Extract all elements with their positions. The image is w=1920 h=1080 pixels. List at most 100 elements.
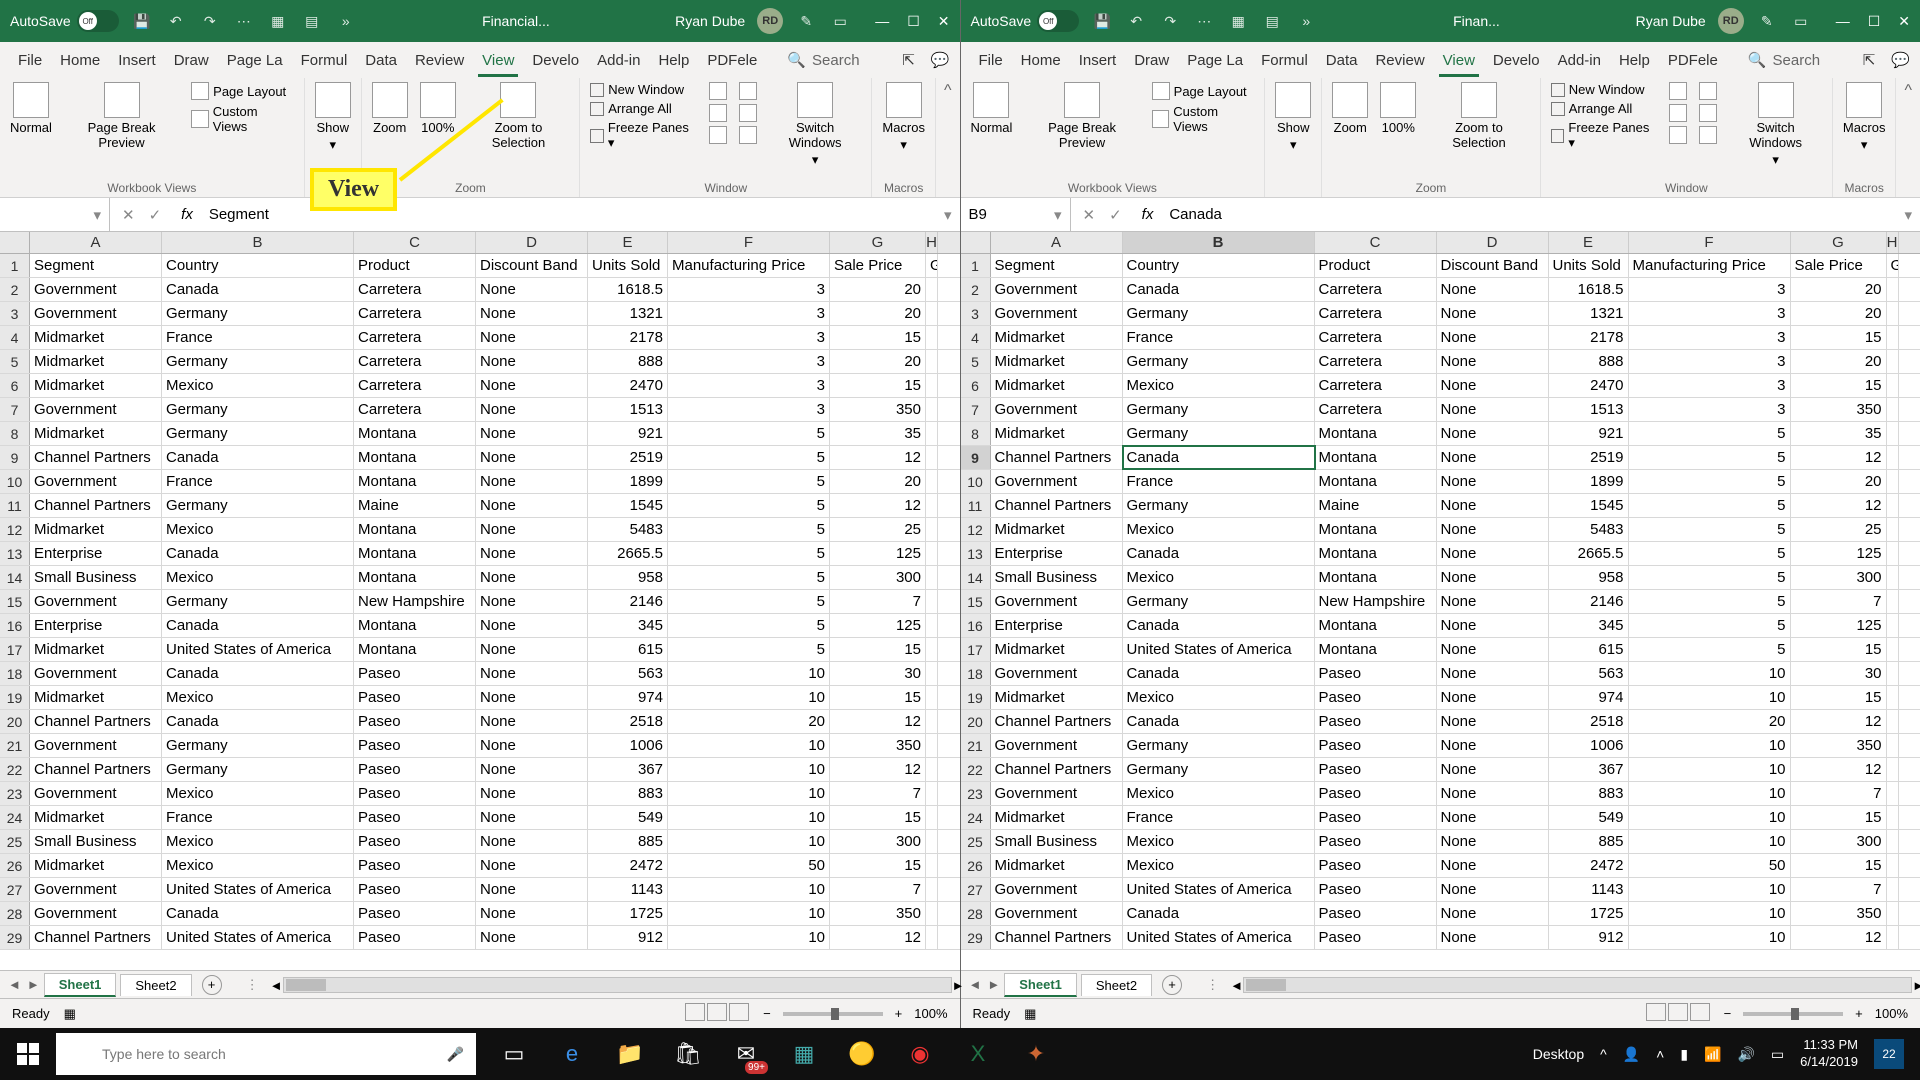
cell[interactable]: Government <box>30 302 162 325</box>
cell[interactable] <box>926 830 938 853</box>
cell[interactable]: 345 <box>1549 614 1629 637</box>
cell[interactable]: 5 <box>1629 542 1791 565</box>
macros-button[interactable]: Macros▾ <box>882 82 925 153</box>
cell[interactable]: 888 <box>588 350 668 373</box>
cell[interactable]: Canada <box>162 662 354 685</box>
row-header[interactable]: 17 <box>961 638 991 661</box>
cell[interactable]: 300 <box>1791 830 1887 853</box>
row-header[interactable]: 9 <box>0 446 30 469</box>
cell[interactable]: 20 <box>1629 710 1791 733</box>
cell[interactable] <box>926 806 938 829</box>
cell[interactable] <box>926 926 938 949</box>
col-header-G[interactable]: G <box>1791 232 1887 253</box>
cell[interactable]: 2472 <box>588 854 668 877</box>
col-header-A[interactable]: A <box>30 232 162 253</box>
expand-formula-icon[interactable]: ▾ <box>1896 206 1920 224</box>
desktop-label[interactable]: Desktop <box>1533 1046 1584 1062</box>
cell[interactable]: None <box>476 734 588 757</box>
switch-windows-button[interactable]: Switch Windows▾ <box>769 82 862 168</box>
cell[interactable]: Montana <box>354 446 476 469</box>
cell[interactable]: 921 <box>588 422 668 445</box>
cell[interactable]: None <box>1437 854 1549 877</box>
cell[interactable]: 10 <box>1629 902 1791 925</box>
cell[interactable]: Canada <box>1123 902 1315 925</box>
app2-icon[interactable]: ✦ <box>1008 1028 1064 1080</box>
cell[interactable]: Channel Partners <box>991 710 1123 733</box>
task-view-icon[interactable]: ▭ <box>486 1028 542 1080</box>
cell[interactable]: Canada <box>162 542 354 565</box>
cell[interactable] <box>926 302 938 325</box>
col-header-H[interactable]: H <box>1887 232 1899 253</box>
tab-help[interactable]: Help <box>1611 46 1658 75</box>
cell[interactable]: Mexico <box>1123 830 1315 853</box>
edge-icon[interactable]: e <box>544 1028 600 1080</box>
cell[interactable]: Channel Partners <box>30 494 162 517</box>
redo-icon[interactable]: ↷ <box>1159 10 1181 32</box>
zoom-selection-button[interactable]: Zoom to Selection <box>1428 82 1529 150</box>
wifi-icon[interactable]: 📶 <box>1704 1046 1721 1063</box>
cell[interactable]: Paseo <box>354 782 476 805</box>
cell[interactable]: None <box>1437 566 1549 589</box>
pen-icon[interactable]: ✎ <box>795 10 817 32</box>
cell[interactable]: 563 <box>588 662 668 685</box>
cell[interactable]: Midmarket <box>991 854 1123 877</box>
cell[interactable]: 5 <box>1629 566 1791 589</box>
cell[interactable]: None <box>476 470 588 493</box>
col-header-B[interactable]: B <box>1123 232 1315 253</box>
cell[interactable]: 1725 <box>1549 902 1629 925</box>
cell[interactable] <box>926 398 938 421</box>
cell[interactable]: Germany <box>162 758 354 781</box>
cell[interactable]: Government <box>991 590 1123 613</box>
page-layout-button[interactable]: Page Layout <box>1152 82 1255 100</box>
cell[interactable]: None <box>1437 782 1549 805</box>
cell[interactable]: 5 <box>668 470 830 493</box>
cell[interactable]: 7 <box>830 782 926 805</box>
autosave-toggle[interactable]: AutoSave Off <box>971 10 1080 32</box>
cell[interactable]: 10 <box>1629 758 1791 781</box>
cell[interactable]: 1618.5 <box>1549 278 1629 301</box>
cell[interactable]: Paseo <box>1315 902 1437 925</box>
cell[interactable]: Montana <box>354 542 476 565</box>
cell[interactable]: 350 <box>830 902 926 925</box>
cell[interactable]: 5 <box>1629 446 1791 469</box>
row-header[interactable]: 7 <box>0 398 30 421</box>
cell[interactable]: None <box>1437 326 1549 349</box>
cell[interactable]: Government <box>30 734 162 757</box>
row-header[interactable]: 4 <box>961 326 991 349</box>
cell[interactable]: 12 <box>1791 446 1887 469</box>
cell[interactable]: 3 <box>668 350 830 373</box>
cell[interactable] <box>1887 302 1899 325</box>
cell[interactable]: Government <box>30 902 162 925</box>
page-break-button[interactable]: Page Break Preview <box>64 82 179 150</box>
cell[interactable]: 2178 <box>1549 326 1629 349</box>
cell[interactable]: Units Sold <box>1549 254 1629 277</box>
cell[interactable]: Germany <box>1123 494 1315 517</box>
cell[interactable]: None <box>476 686 588 709</box>
row-header[interactable]: 16 <box>0 614 30 637</box>
cell[interactable]: Channel Partners <box>991 494 1123 517</box>
tab-view[interactable]: View <box>474 46 522 75</box>
cell[interactable]: Canada <box>162 902 354 925</box>
cell[interactable]: Product <box>354 254 476 277</box>
cell[interactable]: 10 <box>668 902 830 925</box>
cell[interactable]: None <box>476 278 588 301</box>
cell[interactable]: 350 <box>830 734 926 757</box>
cell[interactable]: 15 <box>830 806 926 829</box>
col-header-G[interactable]: G <box>830 232 926 253</box>
tab-formul[interactable]: Formul <box>1253 46 1316 75</box>
cell[interactable]: Germany <box>1123 590 1315 613</box>
cell[interactable]: United States of America <box>1123 638 1315 661</box>
cell[interactable]: 3 <box>1629 374 1791 397</box>
cell[interactable]: None <box>476 782 588 805</box>
cell[interactable]: Channel Partners <box>30 758 162 781</box>
cell[interactable]: 5483 <box>1549 518 1629 541</box>
sheet-prev-icon[interactable]: ◄ <box>8 977 21 992</box>
cell[interactable]: Canada <box>162 278 354 301</box>
cell[interactable]: 25 <box>830 518 926 541</box>
cell[interactable]: Midmarket <box>30 326 162 349</box>
row-header[interactable]: 20 <box>961 710 991 733</box>
cell[interactable]: Paseo <box>354 806 476 829</box>
cell[interactable] <box>1887 398 1899 421</box>
cell[interactable] <box>1887 854 1899 877</box>
cell[interactable]: None <box>476 374 588 397</box>
